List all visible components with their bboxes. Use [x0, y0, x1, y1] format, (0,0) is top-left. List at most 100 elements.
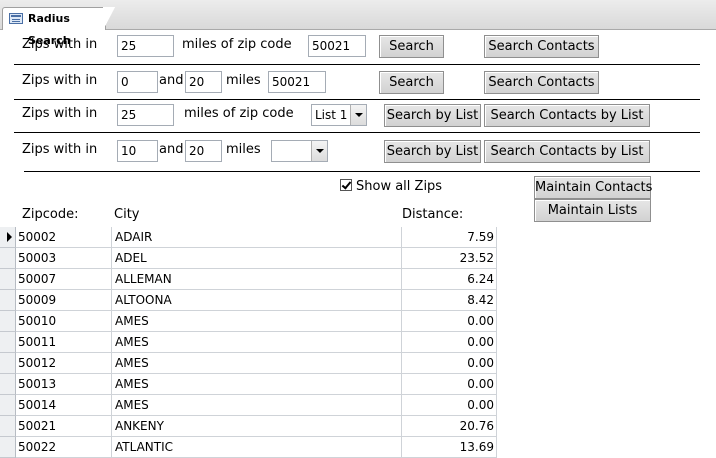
table-row[interactable]: 50009 ALTOONA 8.42: [0, 290, 497, 311]
row3-miles-input[interactable]: 25: [117, 104, 174, 126]
table-row[interactable]: 50011 AMES 0.00: [0, 332, 497, 353]
row4-to-input[interactable]: 20: [185, 140, 222, 162]
row4-list-select[interactable]: [271, 140, 328, 162]
record-selector[interactable]: [0, 437, 16, 458]
row4-miles-label: miles: [226, 142, 261, 157]
document-tab-strip: Radius Search: [0, 0, 716, 47]
distance-cell[interactable]: 0.00: [402, 332, 497, 353]
row2-search-contacts-button[interactable]: Search Contacts: [484, 71, 599, 94]
city-cell[interactable]: ANKENY: [112, 416, 402, 437]
record-selector[interactable]: [0, 416, 16, 437]
row2-and-label: and: [159, 73, 184, 88]
show-all-zips-checkbox[interactable]: [340, 179, 352, 191]
zipcode-cell[interactable]: 50013: [16, 374, 112, 395]
distance-cell[interactable]: 0.00: [402, 353, 497, 374]
row4-search-by-list-button[interactable]: Search by List: [384, 140, 481, 163]
column-header-city: City: [114, 207, 140, 222]
distance-cell[interactable]: 6.24: [402, 269, 497, 290]
zipcode-cell[interactable]: 50002: [16, 227, 112, 248]
row3-list-select[interactable]: List 1: [311, 104, 367, 126]
distance-cell[interactable]: 7.59: [402, 227, 497, 248]
row1-zip-input[interactable]: 50021: [308, 35, 366, 57]
tab-edge: [103, 7, 115, 30]
zipcode-cell[interactable]: 50003: [16, 248, 112, 269]
table-row[interactable]: 50002 ADAIR 7.59: [0, 227, 497, 248]
zipcode-cell[interactable]: 50007: [16, 269, 112, 290]
distance-cell[interactable]: 0.00: [402, 395, 497, 416]
city-cell[interactable]: ADAIR: [112, 227, 402, 248]
divider: [14, 132, 700, 133]
distance-cell[interactable]: 20.76: [402, 416, 497, 437]
table-row[interactable]: 50012 AMES 0.00: [0, 353, 497, 374]
row1-search-button[interactable]: Search: [379, 35, 444, 58]
zipcode-cell[interactable]: 50014: [16, 395, 112, 416]
divider: [14, 64, 700, 65]
record-selector[interactable]: [0, 395, 16, 416]
form-icon: [9, 13, 23, 24]
record-selector[interactable]: [0, 290, 16, 311]
row3-list-value: List 1: [315, 108, 348, 122]
row3-label: Zips with in: [22, 106, 98, 121]
distance-cell[interactable]: 8.42: [402, 290, 497, 311]
distance-cell[interactable]: 13.69: [402, 437, 497, 458]
city-cell[interactable]: AMES: [112, 374, 402, 395]
city-cell[interactable]: AMES: [112, 353, 402, 374]
maintain-lists-button[interactable]: Maintain Lists: [534, 199, 651, 222]
city-cell[interactable]: ALTOONA: [112, 290, 402, 311]
zipcode-cell[interactable]: 50011: [16, 332, 112, 353]
row3-label2: miles of zip code: [184, 106, 294, 121]
city-cell[interactable]: AMES: [112, 332, 402, 353]
row2-search-button[interactable]: Search: [379, 71, 444, 94]
city-cell[interactable]: AMES: [112, 311, 402, 332]
chevron-down-icon[interactable]: [311, 141, 327, 161]
row4-label: Zips with in: [22, 142, 98, 157]
record-selector[interactable]: [0, 248, 16, 269]
distance-cell[interactable]: 0.00: [402, 311, 497, 332]
city-cell[interactable]: ATLANTIC: [112, 437, 402, 458]
maintain-contacts-button[interactable]: Maintain Contacts: [534, 176, 652, 199]
row4-and-label: and: [159, 142, 184, 157]
zipcode-cell[interactable]: 50009: [16, 290, 112, 311]
column-header-zipcode: Zipcode:: [22, 207, 79, 222]
city-cell[interactable]: ADEL: [112, 248, 402, 269]
radius-search-tab[interactable]: Radius Search: [2, 7, 106, 47]
distance-cell[interactable]: 0.00: [402, 374, 497, 395]
table-row[interactable]: 50021 ANKENY 20.76: [0, 416, 497, 437]
chevron-down-icon[interactable]: [350, 105, 366, 125]
row3-search-by-list-button[interactable]: Search by List: [384, 104, 481, 127]
row2-from-input[interactable]: 0: [117, 71, 158, 93]
row4-search-contacts-by-list-button[interactable]: Search Contacts by List: [484, 140, 650, 163]
row4-from-input[interactable]: 10: [117, 140, 158, 162]
row2-zip-input[interactable]: 50021: [268, 71, 326, 93]
row3-search-contacts-by-list-button[interactable]: Search Contacts by List: [484, 104, 650, 127]
row1-search-contacts-button[interactable]: Search Contacts: [484, 35, 599, 58]
table-row[interactable]: 50022 ATLANTIC 13.69: [0, 437, 497, 458]
zipcode-cell[interactable]: 50022: [16, 437, 112, 458]
distance-cell[interactable]: 23.52: [402, 248, 497, 269]
record-selector[interactable]: [0, 311, 16, 332]
record-selector[interactable]: [0, 374, 16, 395]
row1-label: Zips with in: [22, 37, 98, 52]
table-row[interactable]: 50007 ALLEMAN 6.24: [0, 269, 497, 290]
row2-miles-label: miles: [226, 73, 261, 88]
record-selector[interactable]: [0, 353, 16, 374]
record-selector[interactable]: [0, 332, 16, 353]
zipcode-cell[interactable]: 50021: [16, 416, 112, 437]
row2-to-input[interactable]: 20: [185, 71, 222, 93]
city-cell[interactable]: ALLEMAN: [112, 269, 402, 290]
row2-label: Zips with in: [22, 73, 98, 88]
table-row[interactable]: 50010 AMES 0.00: [0, 311, 497, 332]
current-record-selector[interactable]: [0, 227, 16, 248]
zipcode-cell[interactable]: 50010: [16, 311, 112, 332]
column-header-distance: Distance:: [402, 207, 464, 222]
record-selector[interactable]: [0, 269, 16, 290]
table-row[interactable]: 50014 AMES 0.00: [0, 395, 497, 416]
row1-miles-input[interactable]: 25: [117, 35, 174, 57]
zipcode-cell[interactable]: 50012: [16, 353, 112, 374]
table-row[interactable]: 50013 AMES 0.00: [0, 374, 497, 395]
row1-label2: miles of zip code: [182, 37, 292, 52]
city-cell[interactable]: AMES: [112, 395, 402, 416]
divider: [24, 171, 700, 172]
table-row[interactable]: 50003 ADEL 23.52: [0, 248, 497, 269]
divider: [14, 99, 700, 100]
